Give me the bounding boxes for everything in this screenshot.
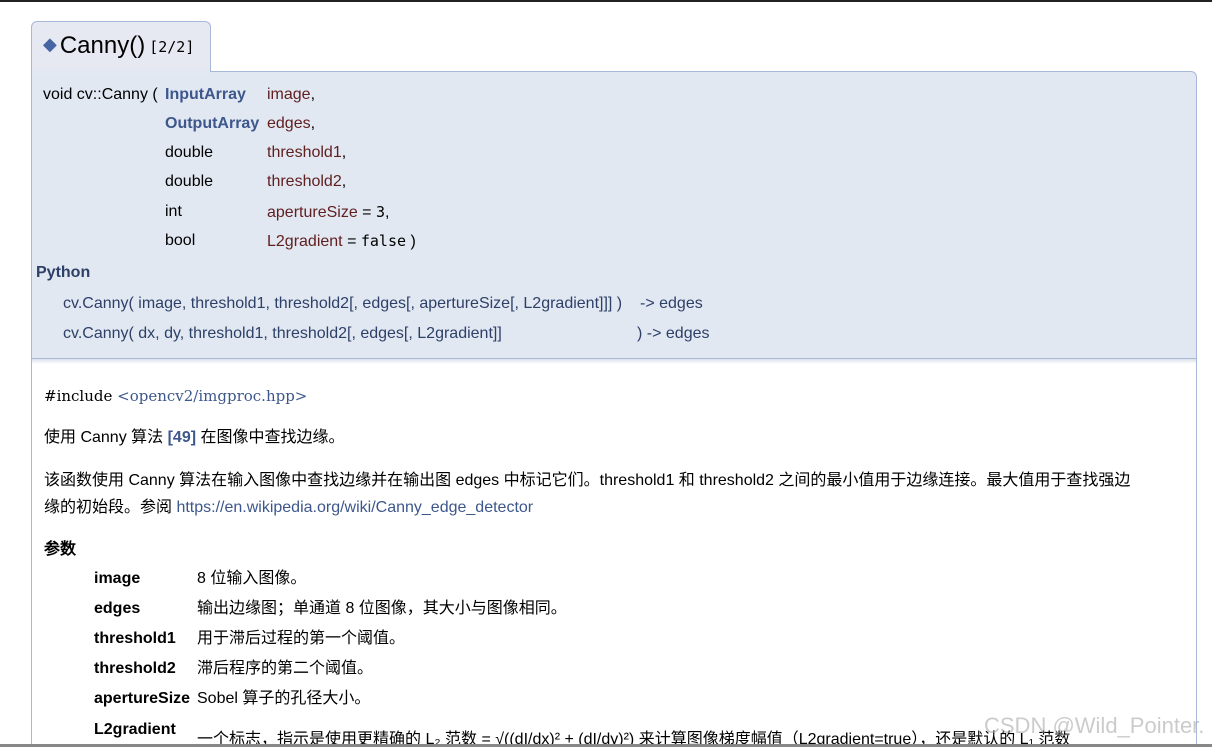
param-doc-desc: 滞后程序的第二个阈值。 — [197, 660, 374, 677]
param-doc-name: image — [94, 570, 141, 587]
param-row-image: image, — [267, 85, 315, 105]
param-separator: = — [342, 233, 361, 250]
citation-link[interactable]: [49] — [168, 429, 196, 446]
param-tail: ) — [406, 233, 416, 250]
param-doc-name: edges — [94, 600, 141, 617]
param-name: threshold1 — [267, 144, 342, 161]
python-signature: cv.Canny( image, threshold1, threshold2[… — [63, 295, 623, 312]
description-text: 缘的初始段。参阅 — [44, 499, 177, 516]
param-default: false — [360, 232, 407, 250]
param-separator: , — [310, 115, 316, 132]
param-tail: , — [384, 204, 390, 221]
param-doc-name: L2gradient — [94, 721, 176, 738]
function-title: Canny() — [59, 32, 146, 59]
summary-text: 在图像中查找边缘。 — [196, 429, 345, 446]
param-separator: , — [341, 144, 347, 161]
param-row-aperturesize: apertureSize = 3, — [267, 202, 389, 223]
param-type-link[interactable]: OutputArray — [165, 114, 259, 134]
param-separator: = — [357, 204, 376, 221]
python-return: -> edges — [640, 295, 703, 312]
param-doc-desc: 用于滞后过程的第一个阈值。 — [197, 630, 406, 647]
param-name: apertureSize — [267, 204, 358, 221]
param-separator: , — [341, 173, 347, 190]
summary-line: 使用 Canny 算法 [49] 在图像中查找边缘。 — [44, 428, 345, 448]
param-name: threshold2 — [267, 173, 342, 190]
return-type: void cv::Canny ( — [43, 86, 158, 103]
param-name: edges — [267, 115, 311, 132]
member-tab: ◆ Canny() [2/2] — [31, 21, 211, 71]
param-doc-desc: 输出边缘图；单通道 8 位图像，其大小与图像相同。 — [197, 600, 567, 617]
param-doc-name: threshold2 — [94, 660, 176, 677]
param-row-threshold2: threshold2, — [267, 172, 346, 192]
top-border — [0, 0, 1212, 2]
param-type-link[interactable]: InputArray — [165, 85, 246, 105]
watermark: CSDN @Wild_Pointer. — [984, 713, 1205, 738]
python-heading: Python — [36, 264, 91, 281]
include-line: #include <opencv2/imgproc.hpp> — [44, 386, 307, 406]
summary-text: 使用 Canny 算法 — [44, 429, 168, 446]
param-type: double — [165, 144, 214, 161]
param-row-threshold1: threshold1, — [267, 143, 346, 163]
wikipedia-link[interactable]: https://en.wikipedia.org/wiki/Canny_edge… — [176, 499, 533, 516]
param-type: int — [165, 203, 182, 220]
param-name: image — [267, 86, 311, 103]
param-default: 3 — [375, 203, 385, 221]
param-row-l2gradient: L2gradient = false ) — [267, 231, 416, 252]
param-doc-desc: Sobel 算子的孔径大小。 — [197, 690, 371, 707]
param-doc-name: apertureSize — [94, 690, 191, 707]
param-type: bool — [165, 232, 196, 249]
doc-page: ◆ Canny() [2/2] void cv::Canny ( InputArra… — [0, 0, 1212, 747]
params-heading: 参数 — [44, 541, 77, 558]
include-header-link[interactable]: <opencv2/imgproc.hpp> — [117, 387, 307, 405]
include-prefix: #include — [44, 387, 118, 405]
description-line: 该函数使用 Canny 算法在输入图像中查找边缘并在输出图 edges 中标记它… — [44, 472, 1131, 489]
param-row-edges: edges, — [267, 114, 315, 134]
overload-indicator: [2/2] — [149, 38, 195, 56]
param-doc-desc: 8 位输入图像。 — [197, 570, 307, 587]
python-return: ) -> edges — [637, 325, 710, 342]
tab-join — [32, 68, 210, 74]
param-type: double — [165, 173, 214, 190]
param-name: L2gradient — [267, 233, 343, 250]
param-separator: , — [310, 86, 316, 103]
description-line: 缘的初始段。参阅 https://en.wikipedia.org/wiki/C… — [44, 498, 533, 518]
diamond-icon: ◆ — [43, 34, 57, 54]
python-signature: cv.Canny( dx, dy, threshold1, threshold2… — [63, 325, 502, 342]
param-doc-name: threshold1 — [94, 630, 176, 647]
